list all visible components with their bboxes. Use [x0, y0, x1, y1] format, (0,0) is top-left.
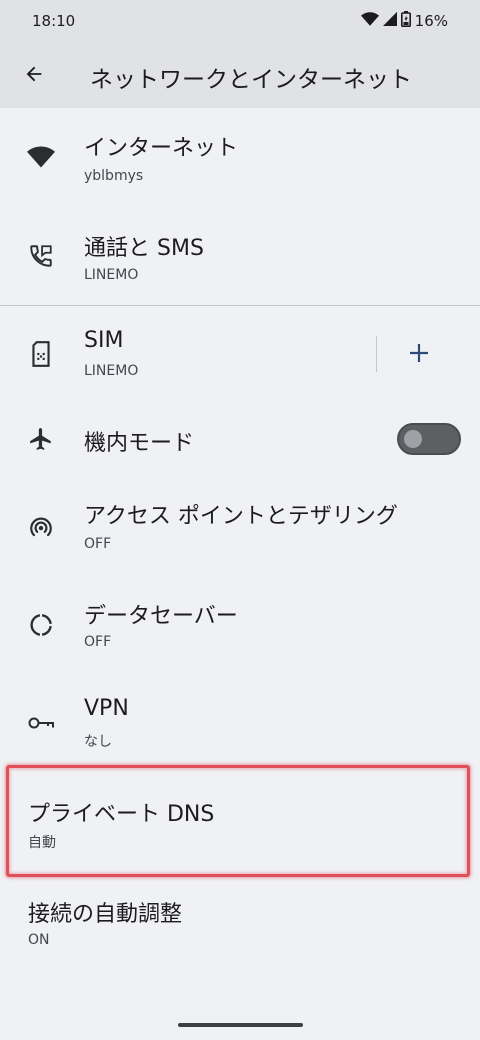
- page-title: ネットワークとインターネット: [90, 67, 412, 93]
- setting-adaptive-connectivity[interactable]: 接続の自動調整 ON: [0, 874, 480, 970]
- airplane-icon: [26, 424, 56, 454]
- highlight-annotation: [6, 765, 470, 877]
- back-button[interactable]: [14, 56, 54, 96]
- setting-title: 機内モード: [84, 431, 195, 456]
- setting-summary: OFF: [84, 634, 112, 650]
- sim-icon: [26, 339, 56, 369]
- action-separator: [376, 336, 377, 372]
- plus-icon: [408, 342, 430, 368]
- setting-summary: LINEMO: [84, 363, 139, 379]
- wifi-icon: [360, 12, 379, 30]
- battery-icon: [400, 11, 411, 31]
- setting-title: 通話と SMS: [84, 236, 204, 261]
- toggle-thumb: [404, 430, 422, 448]
- setting-calls-sms[interactable]: 通話と SMS LINEMO: [0, 206, 480, 304]
- setting-hotspot-tethering[interactable]: アクセス ポイントとテザリング OFF: [0, 476, 480, 576]
- add-sim-button[interactable]: [398, 334, 440, 376]
- setting-data-saver[interactable]: データセーバー OFF: [0, 576, 480, 674]
- status-time: 18:10: [32, 12, 76, 30]
- status-icons: 16%: [360, 11, 448, 31]
- setting-summary: ON: [28, 932, 50, 948]
- setting-vpn[interactable]: VPN なし: [0, 674, 480, 766]
- setting-title: データセーバー: [84, 604, 238, 629]
- setting-summary: OFF: [84, 536, 112, 552]
- gesture-nav-handle[interactable]: [178, 1023, 303, 1027]
- airplane-mode-toggle[interactable]: [397, 423, 461, 455]
- signal-icon: [382, 12, 397, 30]
- setting-internet[interactable]: インターネット yblbmys: [0, 108, 480, 206]
- setting-title: SIM: [84, 328, 124, 353]
- wifi-icon: [26, 142, 56, 172]
- status-bar: 18:10 16%: [0, 0, 480, 44]
- setting-summary: LINEMO: [84, 267, 139, 283]
- data-saver-icon: [26, 610, 56, 640]
- setting-summary: yblbmys: [84, 168, 144, 184]
- setting-summary: なし: [84, 734, 112, 750]
- setting-title: インターネット: [84, 136, 239, 161]
- app-toolbar: ネットワークとインターネット: [0, 44, 480, 108]
- arrow-back-icon: [23, 63, 45, 89]
- setting-title: VPN: [84, 696, 129, 721]
- hotspot-icon: [26, 512, 56, 542]
- setting-title: アクセス ポイントとテザリング: [84, 504, 398, 529]
- setting-title: 接続の自動調整: [28, 902, 183, 927]
- call-sms-icon: [26, 241, 56, 271]
- vpn-key-icon: [26, 708, 56, 738]
- battery-percent: 16%: [414, 12, 448, 30]
